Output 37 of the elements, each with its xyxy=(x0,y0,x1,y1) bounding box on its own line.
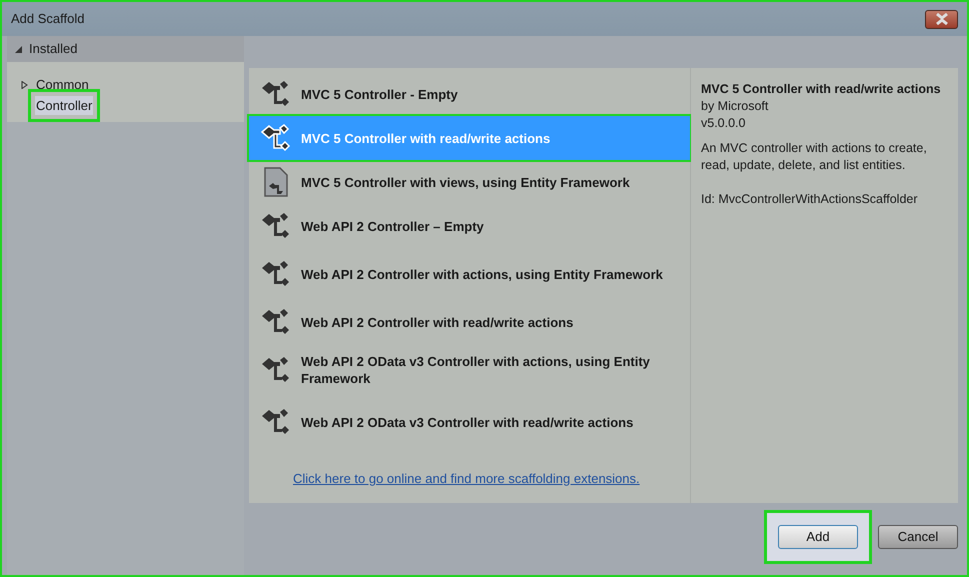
connector-icon xyxy=(260,408,292,436)
close-icon xyxy=(934,13,948,25)
scaffold-name: Web API 2 OData v3 Controller with read/write actions xyxy=(301,414,634,430)
tree-item[interactable]: Common xyxy=(35,74,90,94)
scaffold-name: MVC 5 Controller with views, using Entity Framework xyxy=(301,174,630,190)
online-link[interactable]: Click here to go online and find more scaffolding extensions. xyxy=(293,471,640,486)
scaffold-item[interactable]: Web API 2 Controller with read/write actions xyxy=(249,300,690,344)
add-button[interactable]: Add xyxy=(778,524,858,549)
connector-icon xyxy=(260,356,292,384)
scaffold-name: Web API 2 Controller with actions, using Entity Framework xyxy=(301,266,663,282)
scaffold-item[interactable]: Web API 2 Controller with actions, using Entity Framework xyxy=(249,248,690,300)
tree-header-label: Installed xyxy=(29,40,78,58)
cancel-button[interactable]: Cancel xyxy=(878,524,958,549)
connector-icon xyxy=(260,124,292,152)
tree-header[interactable]: Installed xyxy=(7,36,244,62)
scaffold-name: Web API 2 Controller with read/write actions xyxy=(301,314,574,330)
details-description: An MVC controller with actions to create, read, update, delete, and list entities. xyxy=(701,140,928,174)
scaffold-name: Web API 2 Controller – Empty xyxy=(301,218,484,234)
scaffold-item[interactable]: MVC 5 Controller - Empty xyxy=(249,72,690,116)
close-button[interactable] xyxy=(925,10,958,28)
window-title: Add Scaffold xyxy=(11,10,84,28)
connector-icon xyxy=(260,260,292,288)
scaffold-item[interactable]: MVC 5 Controller with views, using Entity Framework xyxy=(249,160,690,204)
details-version: v5.0.0.0 xyxy=(701,115,746,132)
details-title: MVC 5 Controller with read/write actions xyxy=(701,81,942,98)
scaffold-name: Web API 2 OData v3 Controller with actions, using Entity Framework xyxy=(301,353,651,387)
scaffold-item[interactable]: Web API 2 Controller – Empty xyxy=(249,204,690,248)
details-id: Id: MvcControllerWithActionsScaffolder xyxy=(701,191,919,208)
scaffold-item[interactable]: Web API 2 OData v3 Controller with read/write actions xyxy=(249,396,690,448)
scaffold-item[interactable]: Web API 2 OData v3 Controller with actions, using Entity Framework xyxy=(249,344,690,396)
connector-icon xyxy=(260,308,292,336)
scaffold-name: MVC 5 Controller - Empty xyxy=(301,86,458,102)
tree-item[interactable]: Controller xyxy=(35,96,94,116)
details-author: by Microsoft xyxy=(701,98,770,115)
scaffold-name: MVC 5 Controller with read/write actions xyxy=(301,130,550,146)
connector-icon xyxy=(260,212,292,240)
connector-icon xyxy=(260,80,292,108)
